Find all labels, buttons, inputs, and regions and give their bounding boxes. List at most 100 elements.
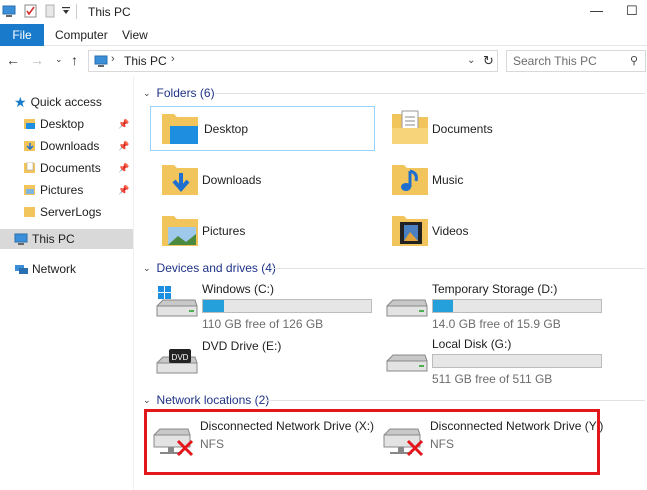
storage-bar-fill (433, 300, 454, 312)
svg-text:DVD: DVD (172, 353, 189, 362)
new-folder-icon[interactable] (45, 4, 55, 18)
folder-pictures[interactable]: Pictures (160, 210, 245, 250)
recent-dropdown-icon[interactable]: ⌄ (55, 54, 63, 65)
group-header-devices[interactable]: ⌄ Devices and drives (4) (143, 260, 276, 276)
pictures-folder-icon (24, 185, 35, 195)
desktop-folder-icon (24, 119, 35, 129)
group-title: Network locations (2) (156, 393, 270, 407)
back-arrow-icon[interactable]: ← (6, 52, 20, 68)
sidebar-item-label: Desktop (40, 117, 85, 131)
search-icon[interactable]: ⚲ (630, 54, 638, 67)
sidebar-item-documents[interactable]: Documents 📌 (24, 158, 134, 178)
sidebar-item-desktop[interactable]: Desktop 📌 (24, 114, 134, 134)
tab-computer[interactable]: Computer (55, 24, 108, 46)
desktop-folder-icon (162, 114, 198, 144)
sidebar-item-label: Pictures (40, 183, 84, 197)
dvd-drive-icon: DVD (156, 349, 198, 374)
pin-icon: 📌 (118, 163, 130, 173)
drive-c[interactable]: Windows (C:) 110 GB free of 126 GB (155, 282, 372, 331)
item-label: Windows (C:) (202, 282, 275, 296)
group-header-folders[interactable]: ⌄ Folders (6) (143, 85, 215, 101)
title-bar: This PC — ☐ (0, 0, 647, 24)
hard-drive-icon (386, 299, 428, 317)
storage-bar (432, 354, 602, 368)
sidebar-item-label: Documents (40, 161, 101, 175)
divider (265, 400, 645, 401)
breadcrumb-chevron-icon[interactable]: › (171, 53, 175, 65)
chevron-down-icon: ⌄ (143, 394, 151, 405)
group-header-network[interactable]: ⌄ Network locations (2) (143, 392, 269, 408)
folder-downloads[interactable]: Downloads (160, 159, 261, 199)
item-label: DVD Drive (E:) (202, 339, 282, 353)
downloads-folder-icon (162, 165, 198, 195)
sidebar-item-pictures[interactable]: Pictures 📌 (24, 180, 134, 200)
sidebar-item-label: Downloads (40, 139, 100, 153)
sidebar-item-label: Network (32, 262, 77, 276)
divider (76, 4, 77, 19)
maximize-button[interactable]: ☐ (626, 3, 638, 19)
divider (215, 93, 645, 94)
sidebar-item-downloads[interactable]: Downloads 📌 (24, 136, 134, 156)
customize-dropdown-icon[interactable] (61, 6, 71, 16)
sidebar-item-label: ServerLogs (40, 205, 102, 219)
item-label: Temporary Storage (D:) (432, 282, 558, 296)
sidebar-item-serverlogs[interactable]: ServerLogs (24, 202, 134, 222)
item-label: Music (432, 173, 464, 187)
tab-file[interactable]: File (0, 24, 44, 46)
address-dropdown-icon[interactable]: ⌄ (467, 55, 475, 66)
folder-videos[interactable]: Videos (390, 210, 468, 250)
pin-icon: 📌 (118, 119, 130, 129)
forward-arrow-icon[interactable]: → (30, 52, 44, 68)
drive-d[interactable]: Temporary Storage (D:) 14.0 GB free of 1… (385, 282, 602, 331)
item-label: Downloads (202, 173, 262, 187)
storage-bar (432, 299, 602, 313)
computer-icon[interactable] (2, 5, 16, 17)
divider (270, 268, 645, 269)
folder-music[interactable]: Music (390, 159, 463, 199)
sidebar-item-label: This PC (32, 232, 75, 246)
group-title: Devices and drives (4) (156, 261, 276, 275)
refresh-button[interactable]: ↻ (480, 50, 498, 72)
hard-drive-icon (386, 354, 428, 372)
item-label: Videos (432, 224, 469, 238)
sidebar-item-label: Quick access (30, 95, 102, 109)
item-label: Pictures (202, 224, 246, 238)
item-label: Desktop (204, 122, 249, 136)
storage-bar (202, 299, 372, 313)
navigation-bar: ← → ⌄ ↑ › This PC › ⌄ ↻ Search This PC ⚲ (0, 47, 647, 75)
free-space: 511 GB free of 511 GB (432, 372, 553, 386)
drive-g[interactable]: Local Disk (G:) 511 GB free of 511 GB (385, 337, 602, 386)
folder-desktop[interactable]: Desktop (160, 108, 248, 148)
pin-icon: 📌 (118, 185, 130, 195)
downloads-folder-icon (24, 141, 35, 151)
up-arrow-icon[interactable]: ↑ (71, 52, 78, 68)
chevron-down-icon: ⌄ (143, 87, 151, 98)
windows-drive-icon (156, 286, 198, 317)
videos-folder-icon (392, 216, 428, 246)
window-title: This PC (88, 5, 131, 19)
sidebar-item-quick-access[interactable]: ★ Quick access (14, 92, 102, 112)
highlight-annotation (144, 409, 600, 475)
item-label: Documents (432, 122, 493, 136)
documents-folder-icon (392, 110, 428, 144)
folder-icon (24, 207, 35, 217)
navigation-pane: ★ Quick access Desktop 📌 Downloads 📌 Doc… (0, 76, 134, 490)
breadcrumb[interactable]: This PC (124, 54, 167, 68)
folder-documents[interactable]: Documents (390, 108, 493, 148)
item-label: Local Disk (G:) (432, 337, 512, 351)
drive-e[interactable]: DVD DVD Drive (E:) (155, 339, 281, 379)
free-space: 110 GB free of 126 GB (202, 317, 324, 331)
search-input[interactable]: Search This PC (506, 50, 646, 72)
ribbon: File Computer View (0, 24, 647, 46)
chevron-down-icon: ⌄ (143, 262, 151, 273)
tab-view[interactable]: View (122, 24, 148, 46)
network-icon (15, 265, 28, 274)
minimize-button[interactable]: — (590, 3, 603, 18)
group-title: Folders (6) (156, 86, 215, 100)
pin-icon: 📌 (118, 141, 130, 151)
address-field[interactable]: › This PC › ⌄ (88, 50, 498, 72)
breadcrumb-chevron-icon[interactable]: › (111, 53, 115, 65)
properties-icon[interactable] (24, 4, 37, 18)
sidebar-item-network[interactable]: Network (14, 259, 76, 279)
sidebar-item-this-pc[interactable]: This PC (0, 229, 133, 249)
